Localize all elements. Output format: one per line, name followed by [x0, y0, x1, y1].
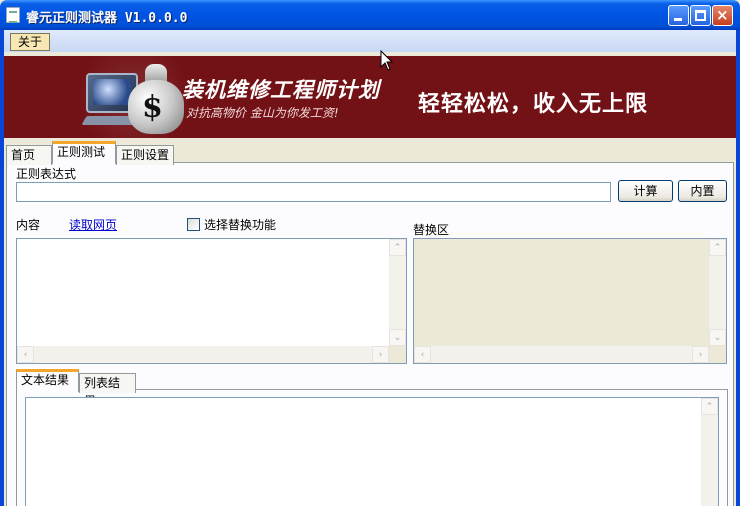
minimize-icon	[674, 18, 682, 21]
scroll-right-icon[interactable]: ›	[692, 346, 709, 363]
content-label: 内容	[16, 218, 41, 232]
window-title: 睿元正则测试器 V1.0.0.0	[26, 11, 188, 26]
scroll-left-icon[interactable]: ‹	[17, 346, 34, 363]
replace-hscroll[interactable]: ‹ ›	[414, 346, 709, 363]
scroll-up-icon[interactable]: ⌃	[389, 239, 406, 256]
result-vscroll[interactable]: ⌃	[701, 398, 718, 506]
scroll-corner	[709, 346, 726, 363]
replace-checkbox[interactable]	[187, 218, 200, 231]
scroll-up-icon[interactable]: ⌃	[701, 398, 718, 415]
minimize-button[interactable]	[668, 5, 689, 26]
scroll-up-icon[interactable]: ⌃	[709, 239, 726, 256]
scroll-down-icon[interactable]: ⌄	[389, 329, 406, 346]
app-icon	[6, 7, 20, 23]
money-bag-icon: $	[128, 64, 184, 134]
close-icon: ×	[716, 6, 729, 24]
content-hscroll[interactable]: ‹ ›	[17, 346, 389, 363]
dollar-sign: $	[142, 90, 163, 125]
result-textarea[interactable]: ⌃	[25, 397, 719, 506]
regex-input[interactable]	[16, 182, 611, 202]
replace-textarea[interactable]: ⌃ ⌄ ‹ ›	[413, 238, 727, 364]
replace-area-label: 替换区	[413, 223, 450, 237]
ad-banner[interactable]: $ 装机维修工程师计划 对抗高物价 金山为你发工资! 轻轻松松，收入无上限	[4, 56, 736, 138]
scroll-left-icon[interactable]: ‹	[414, 346, 431, 363]
scroll-down-icon[interactable]: ⌄	[709, 329, 726, 346]
maximize-button[interactable]	[690, 5, 711, 26]
banner-slogan: 轻轻松松，收入无上限	[418, 92, 649, 117]
window-frame-right	[736, 30, 740, 506]
tab-list-result[interactable]: 列表结果	[79, 373, 136, 408]
content-textarea[interactable]: ⌃ ⌄ ‹ ›	[16, 238, 407, 364]
scroll-corner	[389, 346, 406, 363]
tab-text-result[interactable]: 文本结果	[16, 369, 79, 392]
scroll-right-icon[interactable]: ›	[372, 346, 389, 363]
close-button[interactable]: ×	[712, 5, 733, 26]
builtin-button[interactable]: 内置	[678, 180, 727, 202]
menu-bar: 关于	[4, 30, 736, 52]
calc-button[interactable]: 计算	[618, 180, 673, 202]
menu-item-about[interactable]: 关于	[10, 33, 50, 51]
content-vscroll[interactable]: ⌃ ⌄	[389, 239, 406, 346]
tab-home[interactable]: 首页	[6, 145, 52, 165]
tab-regex-test[interactable]: 正则测试	[52, 141, 116, 164]
regex-label: 正则表达式	[16, 167, 77, 181]
replace-vscroll[interactable]: ⌃ ⌄	[709, 239, 726, 346]
banner-title: 装机维修工程师计划	[182, 78, 380, 102]
maximize-icon	[695, 10, 706, 21]
tab-regex-settings[interactable]: 正则设置	[116, 145, 174, 165]
title-bar[interactable]: 睿元正则测试器 V1.0.0.0 ×	[0, 0, 740, 30]
banner-subtitle: 对抗高物价 金山为你发工资!	[186, 106, 339, 120]
read-webpage-link[interactable]: 读取网页	[69, 216, 117, 233]
replace-checkbox-label: 选择替换功能	[204, 218, 277, 232]
